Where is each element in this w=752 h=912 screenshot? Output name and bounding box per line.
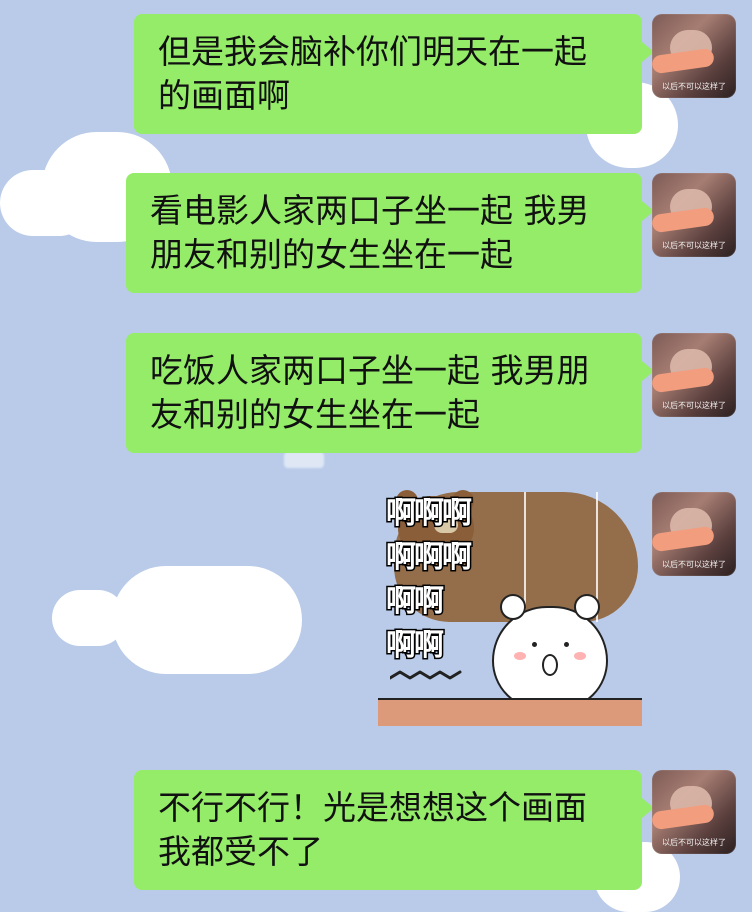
message-bubble[interactable]: 吃饭人家两口子坐一起 我男朋 友和别的女生坐在一起 — [126, 333, 654, 453]
message-line: 的画面啊 — [158, 76, 290, 115]
white-bear-blush-icon — [514, 652, 526, 660]
sticker-text-line: 啊啊 — [385, 627, 446, 665]
white-bear-blush-icon — [574, 652, 586, 660]
message-row[interactable]: 看电影人家两口子坐一起 我男 朋友和别的女生坐在一起 以后不可以这样了 — [126, 173, 736, 293]
avatar[interactable]: 以后不可以这样了 — [652, 492, 736, 576]
chat-area[interactable]: 但是我会脑补你们明天在一起 的画面啊 以后不可以这样了 看电影人家两口子坐一起 … — [0, 0, 752, 904]
avatar-caption: 以后不可以这样了 — [662, 401, 726, 410]
message-line: 但是我会脑补你们明天在一起 — [158, 32, 587, 71]
white-bear-mouth-icon — [542, 654, 558, 676]
avatar-caption: 以后不可以这样了 — [662, 560, 726, 569]
message-line: 看电影人家两口子坐一起 我男 — [150, 191, 590, 230]
sticker-text: 啊啊啊 啊啊啊 啊啊 啊啊 — [385, 492, 474, 668]
white-bear-icon — [492, 594, 608, 710]
sticker-ground — [378, 698, 642, 726]
avatar-caption: 以后不可以这样了 — [662, 82, 726, 91]
sticker-text-line: 啊啊 — [385, 583, 446, 621]
message-line: 我都受不了 — [158, 832, 323, 871]
avatar-caption: 以后不可以这样了 — [662, 241, 726, 250]
avatar-hand-icon — [652, 803, 715, 831]
sticker-text-line: 啊啊啊 — [385, 495, 474, 533]
avatar[interactable]: 以后不可以这样了 — [652, 173, 736, 257]
avatar-caption: 以后不可以这样了 — [662, 838, 726, 847]
sticker-text-line: 啊啊啊 — [385, 539, 474, 577]
message-line: 朋友和别的女生坐在一起 — [150, 235, 513, 274]
message-row[interactable]: 吃饭人家两口子坐一起 我男朋 友和别的女生坐在一起 以后不可以这样了 — [126, 333, 736, 453]
message-row[interactable]: 不行不行！光是想想这个画面 我都受不了 以后不可以这样了 — [134, 770, 736, 890]
white-bear-eye-icon — [564, 642, 569, 647]
message-line: 吃饭人家两口子坐一起 我男朋 — [150, 351, 590, 390]
avatar[interactable]: 以后不可以这样了 — [652, 14, 736, 98]
message-row[interactable]: 但是我会脑补你们明天在一起 的画面啊 以后不可以这样了 — [134, 14, 736, 134]
avatar-hand-icon — [652, 206, 715, 234]
avatar-hand-icon — [652, 366, 715, 394]
message-bubble[interactable]: 不行不行！光是想想这个画面 我都受不了 — [134, 770, 654, 890]
avatar[interactable]: 以后不可以这样了 — [652, 770, 736, 854]
message-bubble[interactable]: 看电影人家两口子坐一起 我男 朋友和别的女生坐在一起 — [126, 173, 654, 293]
message-bubble[interactable]: 但是我会脑补你们明天在一起 的画面啊 — [134, 14, 654, 134]
white-bear-eye-icon — [532, 642, 537, 647]
avatar[interactable]: 以后不可以这样了 — [652, 333, 736, 417]
sticker-image[interactable]: 啊啊啊 啊啊啊 啊啊 啊啊 — [376, 490, 642, 736]
sticker-message-row[interactable]: 啊啊啊 啊啊啊 啊啊 啊啊 以后不可以这样了 — [376, 490, 736, 736]
avatar-hand-icon — [652, 47, 715, 75]
scream-wave-icon — [390, 670, 462, 680]
message-line: 不行不行！光是想想这个画面 — [158, 788, 587, 827]
avatar-hand-icon — [652, 525, 715, 553]
message-line: 友和别的女生坐在一起 — [150, 395, 480, 434]
